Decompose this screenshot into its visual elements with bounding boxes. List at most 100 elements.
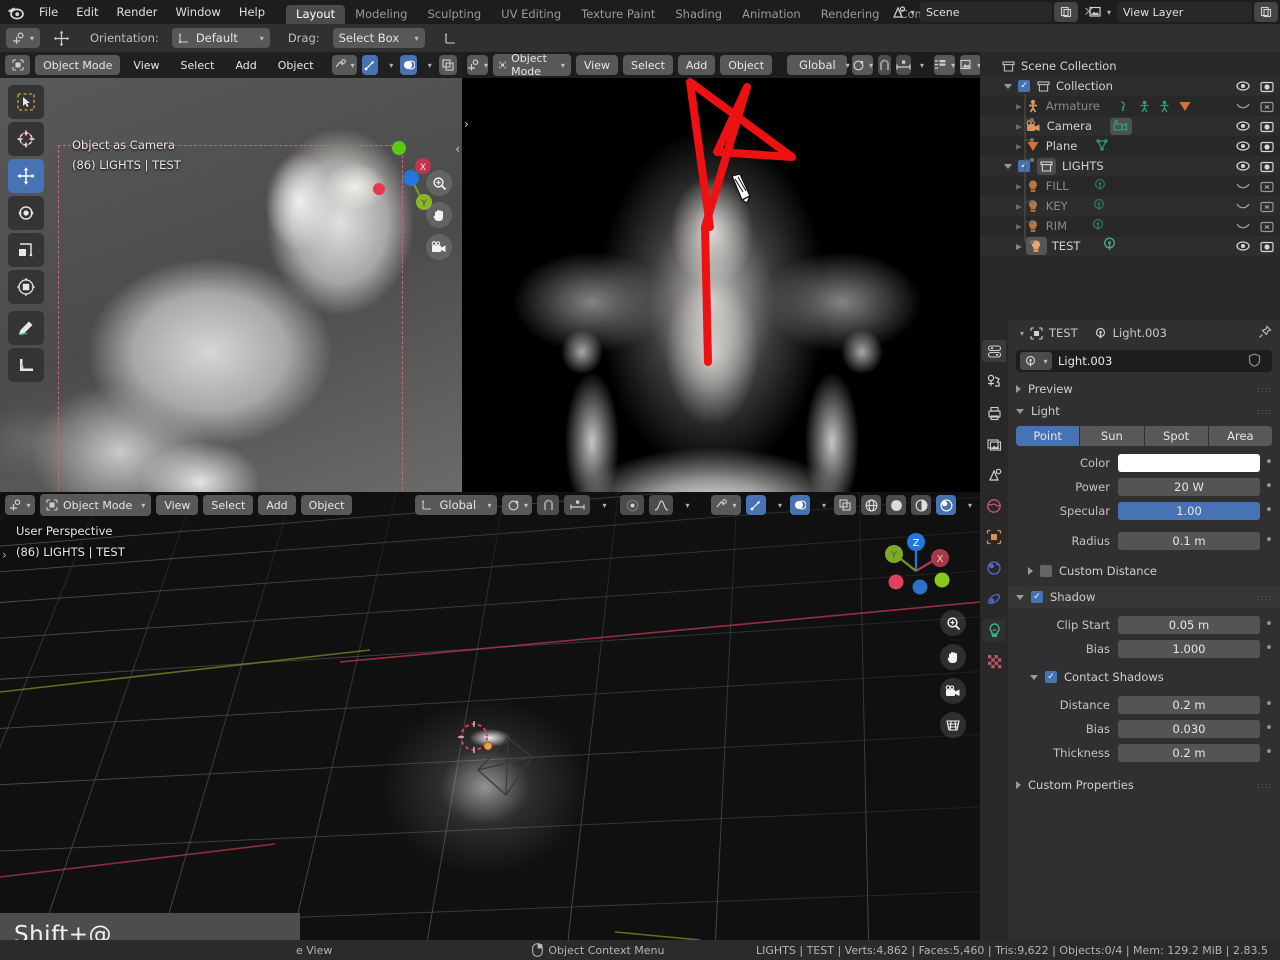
- snap-magnet-icon[interactable]: [878, 55, 892, 75]
- cursor-tool[interactable]: [8, 122, 44, 156]
- camera-preview-viewport[interactable]: Object as Camera (86) LIGHTS | TEST Obje…: [0, 52, 462, 492]
- datablock-type-icon[interactable]: ▾: [1020, 352, 1052, 370]
- menu-file[interactable]: File: [30, 0, 67, 24]
- render-mode-dropdown[interactable]: Object Mode ▾: [493, 52, 571, 78]
- constraints-tab[interactable]: [982, 557, 1006, 579]
- contact-distance-value[interactable]: 0.2 m: [1118, 696, 1260, 714]
- light-type-selector[interactable]: Point Sun Spot Area: [1016, 426, 1272, 446]
- eye-open-icon[interactable]: [1236, 240, 1250, 252]
- show-gizmo-icon[interactable]: ▾: [331, 55, 357, 75]
- camera-off-icon[interactable]: [1260, 100, 1274, 113]
- workspace-tab-texture-paint[interactable]: Texture Paint: [571, 5, 665, 24]
- perspective-snap-chevron-down-icon[interactable]: ▾: [595, 495, 609, 515]
- drag-dropdown[interactable]: Select Box ▾: [332, 28, 425, 48]
- light-type-spot[interactable]: Spot: [1144, 426, 1209, 446]
- contact-thickness-row[interactable]: Thickness 0.2 m •: [1008, 742, 1280, 764]
- orientation-gizmo-icon[interactable]: [439, 28, 463, 48]
- custom-properties-header[interactable]: Custom Properties ::::: [1008, 774, 1280, 796]
- rendered-shading-icon[interactable]: [936, 495, 956, 515]
- expander-lights-icon[interactable]: [1004, 163, 1012, 169]
- preview-expander-icon[interactable]: [1016, 385, 1021, 393]
- workspace-tab-shading[interactable]: Shading: [665, 5, 732, 24]
- expander-rim-icon[interactable]: ▸: [1016, 219, 1022, 233]
- camera-on-icon[interactable]: [1260, 80, 1274, 93]
- outliner-row-scene-collection[interactable]: Scene Collection: [980, 56, 1280, 76]
- perspective-nav-buttons[interactable]: [940, 610, 966, 738]
- render-region-toggle[interactable]: ›: [464, 117, 469, 131]
- rotate-tool[interactable]: [8, 196, 44, 230]
- light-panel-header[interactable]: Light ::::: [1008, 400, 1280, 422]
- contact-bias-animate-dot[interactable]: •: [1264, 722, 1274, 735]
- perspective-menu-object[interactable]: Object: [300, 495, 353, 515]
- breadcrumb-data[interactable]: Light.003: [1113, 326, 1167, 340]
- clip-start-animate-dot[interactable]: •: [1264, 618, 1274, 631]
- new-scene-icon[interactable]: [1054, 2, 1078, 22]
- overlays-chevron-down-icon[interactable]: ▾: [422, 55, 434, 75]
- properties-tab-strip[interactable]: [980, 320, 1008, 940]
- falloff-chevron-down-icon[interactable]: ▾: [678, 495, 692, 515]
- pivot-icon[interactable]: ▾: [852, 55, 874, 75]
- preview-panel-header[interactable]: Preview ::::: [1008, 378, 1280, 400]
- scene-field[interactable]: Scene: [920, 2, 1052, 22]
- world-tab[interactable]: [982, 495, 1006, 517]
- camera-data-icon[interactable]: [1109, 117, 1132, 135]
- outliner-row-test[interactable]: ▸ TEST: [980, 236, 1280, 256]
- perspective-region-toggle[interactable]: ›: [2, 548, 7, 562]
- workspace-tab-sculpting[interactable]: Sculpting: [417, 5, 491, 24]
- perspective-axis-gizmo[interactable]: Z X Y: [880, 525, 952, 600]
- annotate-tool[interactable]: [8, 311, 44, 345]
- contact-shadows-header[interactable]: ✓ Contact Shadows: [1008, 666, 1280, 688]
- output-tab[interactable]: [982, 402, 1006, 424]
- perspective-mode-dropdown[interactable]: Object Mode ▾: [40, 494, 152, 516]
- contact-shadows-expander-icon[interactable]: [1030, 674, 1038, 680]
- perspective-viewport[interactable]: User Perspective (86) LIGHTS | TEST › ▾ …: [0, 492, 980, 940]
- workspace-tab-modeling[interactable]: Modeling: [345, 5, 417, 24]
- eye-open-icon[interactable]: [1236, 80, 1250, 92]
- clip-start-row[interactable]: Clip Start 0.05 m •: [1008, 614, 1280, 636]
- object-tab[interactable]: [982, 526, 1006, 548]
- lights-checkbox[interactable]: ✓: [1018, 160, 1030, 172]
- snap-chevron-down-icon[interactable]: ▾: [916, 55, 924, 75]
- blender-logo-icon[interactable]: [0, 5, 30, 20]
- light-type-point[interactable]: Point: [1016, 426, 1081, 446]
- wireframe-shading-icon[interactable]: [861, 495, 881, 515]
- breadcrumb-object[interactable]: TEST: [1049, 326, 1078, 340]
- custom-distance-expander-icon[interactable]: [1028, 567, 1033, 575]
- light-type-area[interactable]: Area: [1208, 426, 1272, 446]
- light-data-icon[interactable]: [1093, 178, 1107, 195]
- camera-on-icon[interactable]: [1260, 140, 1274, 153]
- perspective-gizmo-chevron-down-icon[interactable]: ▾: [771, 495, 785, 515]
- mesh-data-icon[interactable]: [1095, 138, 1109, 155]
- perspective-orientation-dropdown[interactable]: Global ▾: [415, 495, 498, 515]
- camera-off-icon[interactable]: [1260, 200, 1274, 213]
- perspective-pivot-icon[interactable]: ▾: [502, 495, 533, 515]
- perspective-snap-increment-icon[interactable]: [564, 495, 591, 515]
- measure-tool[interactable]: [8, 348, 44, 382]
- outliner-row-collection[interactable]: ✓ Collection: [980, 76, 1280, 96]
- light-data-icon[interactable]: [1102, 237, 1117, 255]
- shadow-checkbox[interactable]: ✓: [1031, 591, 1043, 603]
- data-tab[interactable]: [982, 619, 1006, 641]
- perspective-gizmo-icon[interactable]: [746, 495, 766, 515]
- expander-test-icon[interactable]: ▸: [1016, 239, 1022, 253]
- custom-properties-expander-icon[interactable]: [1016, 781, 1021, 789]
- eye-open-icon[interactable]: [1236, 140, 1250, 152]
- contact-bias-row[interactable]: Bias 0.030 •: [1008, 718, 1280, 740]
- render-tab[interactable]: [982, 371, 1006, 393]
- solid-shading-icon[interactable]: [886, 495, 906, 515]
- menu-render[interactable]: Render: [108, 0, 167, 24]
- shading-chevron-down-icon[interactable]: ▾: [961, 495, 975, 515]
- perspective-overlays-chevron-down-icon[interactable]: ▾: [815, 495, 829, 515]
- scene-tab[interactable]: [982, 464, 1006, 486]
- camera-on-icon[interactable]: [1260, 160, 1274, 173]
- expander-armature-icon[interactable]: ▸: [1016, 99, 1022, 113]
- render-menu-select[interactable]: Select: [622, 55, 673, 75]
- overlays-icon[interactable]: [400, 55, 417, 75]
- perspective-zoom-icon[interactable]: [940, 610, 966, 636]
- workspace-tab-rendering[interactable]: Rendering: [811, 5, 890, 24]
- grid-ortho-icon[interactable]: [940, 712, 966, 738]
- camera-menu-select[interactable]: Select: [173, 55, 223, 75]
- light-radius-row[interactable]: Radius 0.1 m •: [1008, 530, 1280, 552]
- outliner-row-lights[interactable]: ✓ LIGHTS: [980, 156, 1280, 176]
- perspective-menu-select[interactable]: Select: [203, 495, 254, 515]
